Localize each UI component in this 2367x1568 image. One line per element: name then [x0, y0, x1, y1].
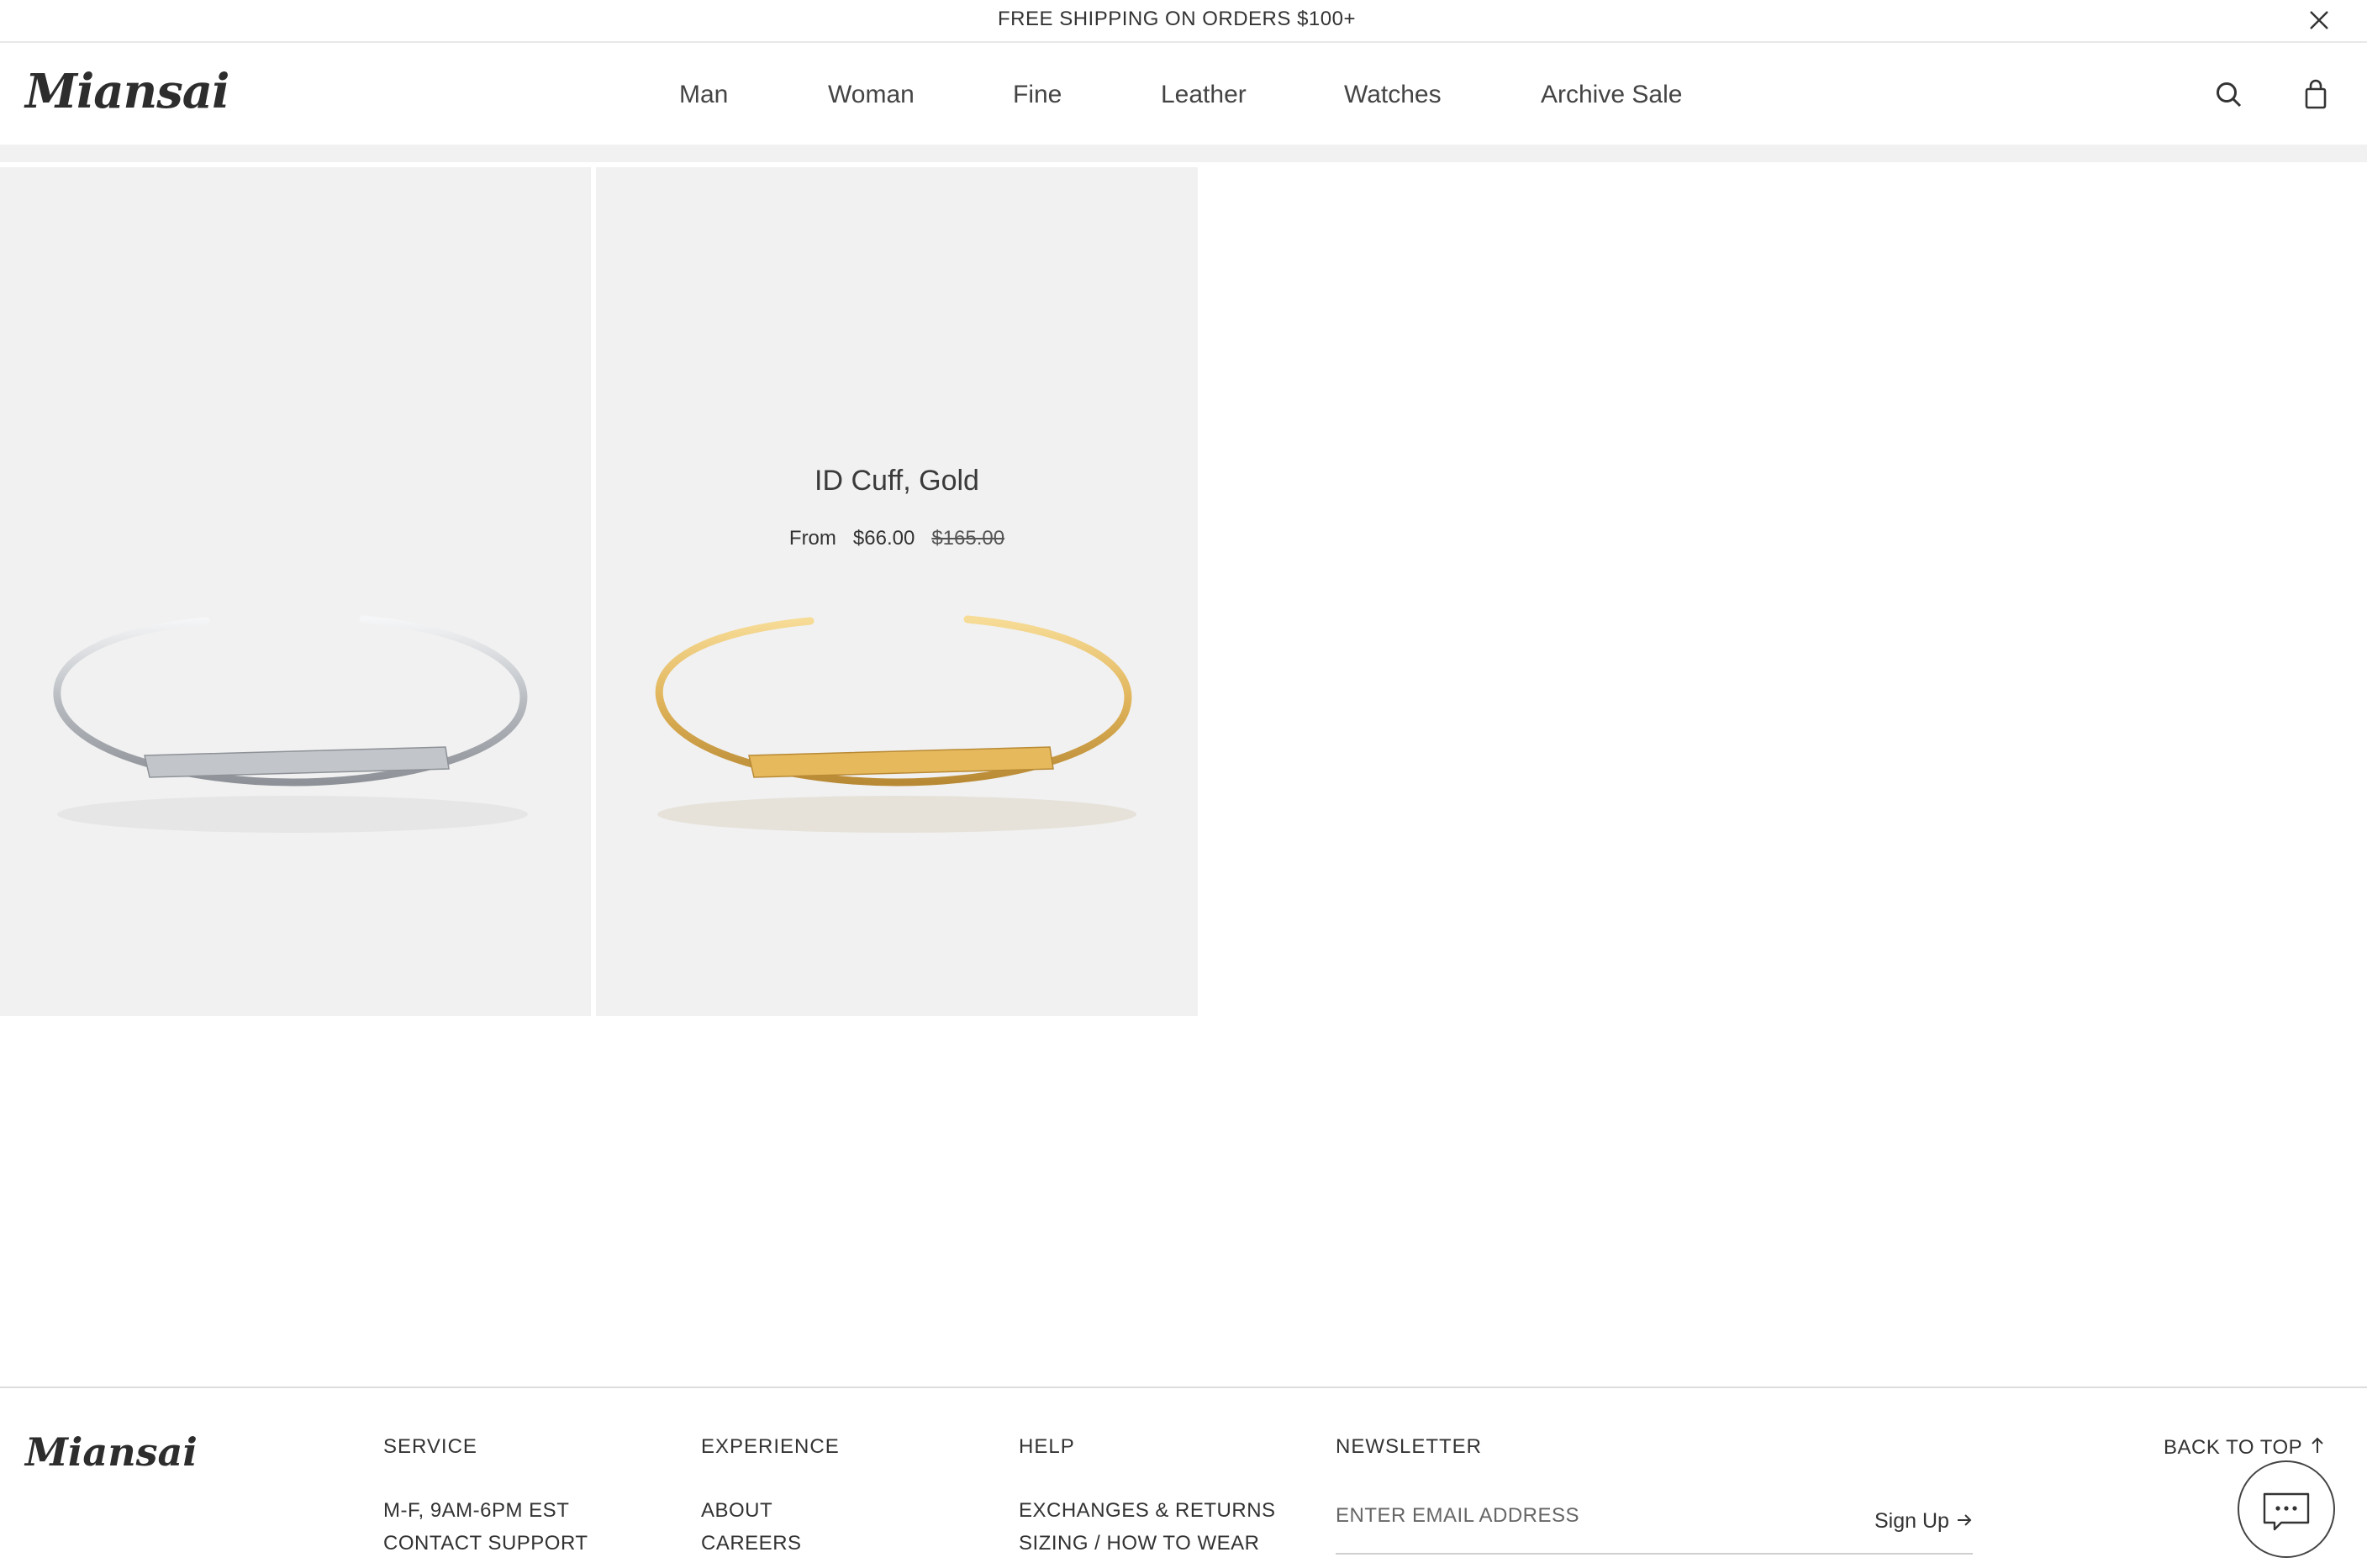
- footer-heading-newsletter: NEWSLETTER: [1336, 1435, 1483, 1458]
- newsletter-signup-button[interactable]: Sign Up: [1874, 1509, 1974, 1534]
- nav-item-man[interactable]: Man: [679, 76, 728, 113]
- newsletter-underline: [1336, 1553, 1973, 1555]
- site-header: Miansai Man Woman Fine Leather Watches A…: [0, 43, 2367, 145]
- product-tile-silver[interactable]: [0, 167, 591, 1016]
- footer-link-sizing[interactable]: SIZING / HOW TO WEAR: [1019, 1532, 1259, 1555]
- back-to-top-label: BACK TO TOP: [2164, 1436, 2302, 1459]
- nav-item-watches[interactable]: Watches: [1344, 76, 1442, 113]
- footer-link-careers[interactable]: CAREERS: [701, 1532, 802, 1555]
- footer-logo[interactable]: Miansai: [25, 1425, 198, 1479]
- gold-cuff-image: [655, 615, 1136, 833]
- close-icon[interactable]: [2302, 3, 2336, 37]
- price-prefix: From: [788, 527, 836, 550]
- back-to-top-button[interactable]: BACK TO TOP: [2164, 1435, 2327, 1460]
- shopping-bag-icon[interactable]: [2297, 76, 2334, 113]
- nav-item-leather[interactable]: Leather: [1161, 76, 1247, 113]
- footer-link-about[interactable]: ABOUT: [701, 1499, 772, 1523]
- main-nav: Man Woman Fine Leather Watches Archive S…: [0, 43, 2367, 145]
- announcement-bar: FREE SHIPPING ON ORDERS $100+: [0, 0, 2367, 43]
- signup-label: Sign Up: [1874, 1509, 1949, 1533]
- product-name[interactable]: ID Cuff, Gold: [596, 465, 1198, 497]
- footer-link-contact-support[interactable]: CONTACT SUPPORT: [383, 1532, 588, 1555]
- arrow-up-icon: [2312, 1437, 2323, 1453]
- product-tile-gold[interactable]: ID Cuff, Gold From $66.00 $165.00: [596, 167, 1198, 1016]
- silver-cuff-image: [53, 615, 528, 833]
- nav-item-fine[interactable]: Fine: [1013, 76, 1062, 113]
- footer-heading-help: HELP: [1019, 1435, 1075, 1458]
- arrow-right-icon: [1957, 1514, 1972, 1526]
- footer-heading-experience: EXPERIENCE: [701, 1435, 840, 1458]
- announcement-text: FREE SHIPPING ON ORDERS $100+: [998, 8, 1356, 30]
- newsletter-email-input[interactable]: [1336, 1499, 1806, 1533]
- footer-heading-service: SERVICE: [383, 1435, 477, 1458]
- original-price: $165.00: [931, 527, 1005, 550]
- chat-icon[interactable]: [2238, 1460, 2335, 1558]
- search-icon[interactable]: [2211, 76, 2248, 113]
- footer-link-exchanges-returns[interactable]: EXCHANGES & RETURNS: [1019, 1499, 1276, 1523]
- collection-banner-strip: [0, 145, 2367, 162]
- nav-item-archive-sale[interactable]: Archive Sale: [1541, 76, 1682, 113]
- price-row: From $66.00 $165.00: [596, 527, 1198, 550]
- footer-service-hours: M-F, 9AM-6PM EST: [383, 1499, 570, 1522]
- nav-item-woman[interactable]: Woman: [828, 76, 915, 113]
- sale-price: $66.00: [852, 527, 915, 550]
